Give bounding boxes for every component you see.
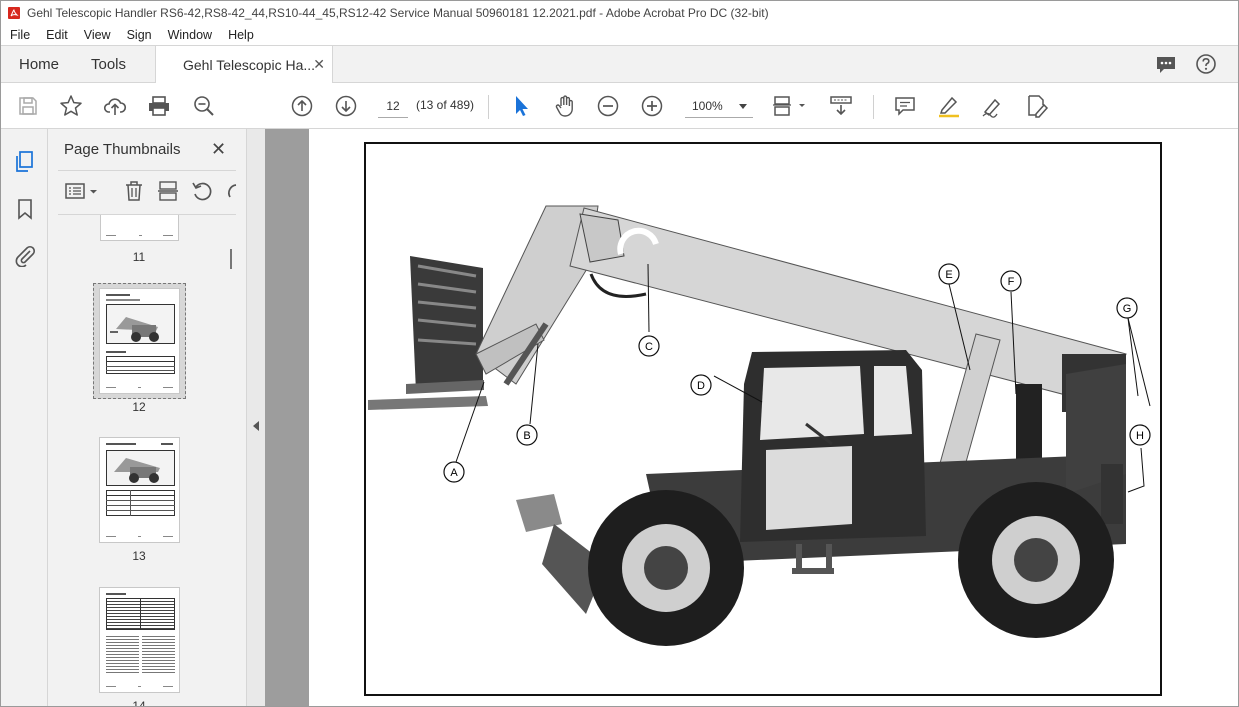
panel-divider (58, 170, 236, 171)
svg-text:B: B (523, 430, 530, 442)
zoom-in-icon[interactable] (639, 93, 665, 119)
tab-document-label: Gehl Telescopic Ha... (183, 57, 316, 73)
page-number-input[interactable]: 12 (378, 94, 408, 118)
callout-c: C (638, 335, 660, 357)
panel-close-button[interactable]: ✕ (211, 139, 226, 160)
front-wheel (588, 490, 744, 646)
menu-window[interactable]: Window (159, 28, 219, 42)
tab-bar: Home Tools Gehl Telescopic Ha... ✕ (1, 45, 1238, 83)
callout-b: B (516, 424, 538, 446)
window-title: Gehl Telescopic Handler RS6-42,RS8-42_44… (27, 6, 769, 20)
draw-pen-icon[interactable] (980, 93, 1006, 119)
page-display-icon[interactable] (771, 93, 809, 119)
page-count: (13 of 489) (416, 98, 475, 112)
callout-d: D (690, 374, 712, 396)
menu-file[interactable]: File (1, 28, 37, 42)
menu-edit[interactable]: Edit (37, 28, 75, 42)
page-thumbnails-icon[interactable] (13, 150, 37, 174)
toolbar-divider (873, 95, 874, 119)
tab-document[interactable]: Gehl Telescopic Ha... ✕ (155, 45, 333, 83)
callout-a: A (443, 461, 465, 483)
delete-page-icon[interactable] (122, 179, 146, 203)
add-comment-icon[interactable] (892, 93, 918, 119)
zoom-level-select[interactable]: 100% (685, 94, 753, 118)
menu-sign[interactable]: Sign (118, 28, 159, 42)
zoom-search-icon[interactable] (191, 93, 217, 119)
tab-close-button[interactable]: ✕ (313, 56, 325, 73)
svg-text:G: G (1123, 303, 1132, 315)
thumbnail-toolbar (48, 177, 247, 207)
pdf-page: A B C D E F G H (309, 129, 1238, 706)
thumbnail-label-11: 11 (132, 250, 146, 264)
svg-text:D: D (697, 380, 705, 392)
thumbnail-scrollbar[interactable] (226, 215, 238, 706)
thumbnail-label-13: 13 (132, 549, 146, 563)
panel-title: Page Thumbnails (64, 141, 181, 158)
page-thumbnail-13[interactable] (99, 437, 180, 543)
menu-view[interactable]: View (75, 28, 118, 42)
scroll-mode-icon[interactable] (828, 93, 854, 119)
callout-h: H (1129, 424, 1151, 446)
thumbnail-list: 11 12 13 14 (48, 215, 228, 707)
callout-f: F (1000, 270, 1022, 292)
svg-text:E: E (945, 269, 952, 281)
page-thumbnails-panel: Page Thumbnails ✕ 11 12 13 14 (48, 129, 247, 707)
rear-wheel (958, 482, 1114, 638)
thumbnail-options-icon[interactable] (64, 179, 100, 203)
collapse-left-icon[interactable] (253, 421, 259, 431)
svg-text:F: F (1008, 276, 1015, 288)
svg-text:A: A (450, 467, 458, 479)
fill-sign-icon[interactable] (1024, 93, 1050, 119)
callout-g: G (1116, 297, 1138, 319)
acrobat-window: Gehl Telescopic Handler RS6-42,RS8-42_44… (0, 0, 1239, 707)
tab-home[interactable]: Home (19, 56, 59, 73)
save-icon[interactable] (15, 93, 41, 119)
zoom-level-value: 100% (692, 99, 723, 113)
callout-e: E (938, 263, 960, 285)
insert-page-icon[interactable] (156, 179, 180, 203)
bookmarks-icon[interactable] (13, 197, 37, 221)
help-icon[interactable] (1195, 53, 1217, 75)
previous-page-icon[interactable] (289, 93, 315, 119)
page-thumbnail-14[interactable] (99, 587, 180, 693)
title-bar: Gehl Telescopic Handler RS6-42,RS8-42_44… (1, 1, 1238, 25)
panel-collapse-strip[interactable] (247, 129, 265, 706)
thumbnail-label-14: 14 (132, 699, 146, 707)
print-icon[interactable] (146, 93, 172, 119)
page-thumbnail-11[interactable] (100, 215, 179, 241)
attachments-paperclip-icon[interactable] (13, 243, 37, 267)
acrobat-app-icon (8, 7, 20, 19)
telehandler-illustration: A B C D E F G H (368, 205, 1151, 646)
hand-tool-icon[interactable] (552, 93, 578, 119)
select-cursor-icon[interactable] (508, 93, 534, 119)
svg-text:C: C (645, 341, 653, 353)
fork-carriage (368, 256, 488, 410)
zoom-out-icon[interactable] (595, 93, 621, 119)
chevron-down-icon (739, 104, 747, 109)
scrollbar-thumb[interactable] (230, 249, 232, 269)
comment-icon[interactable] (1155, 54, 1177, 76)
menu-bar: File Edit View Sign Window Help (1, 25, 1238, 45)
upload-cloud-icon[interactable] (102, 93, 128, 119)
document-view[interactable]: A B C D E F G H (265, 129, 1238, 706)
main-toolbar: 12 (13 of 489) 100% (1, 83, 1238, 129)
svg-text:H: H (1136, 430, 1144, 442)
figure-frame: A B C D E F G H (364, 142, 1162, 696)
page-thumbnail-12[interactable] (99, 288, 180, 394)
rotate-left-icon[interactable] (190, 179, 214, 203)
highlight-pen-icon[interactable] (936, 93, 962, 119)
rotate-right-icon[interactable] (224, 179, 238, 203)
toolbar-divider (488, 95, 489, 119)
menu-help[interactable]: Help (219, 28, 261, 42)
next-page-icon[interactable] (333, 93, 359, 119)
thumbnail-label-12: 12 (132, 400, 146, 414)
bookmark-star-icon[interactable] (58, 93, 84, 119)
tab-tools[interactable]: Tools (91, 56, 126, 73)
navigation-rail (1, 129, 48, 706)
